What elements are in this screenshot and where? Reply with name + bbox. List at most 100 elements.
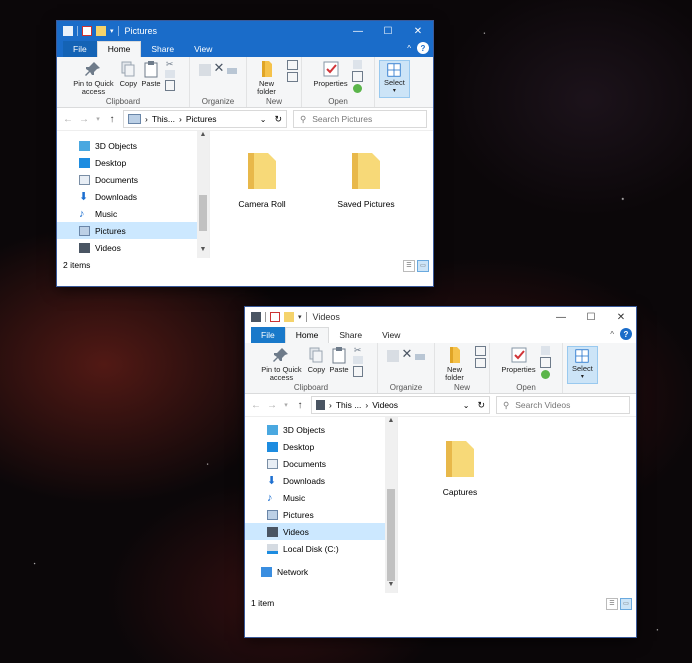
breadcrumb-this-pc[interactable]: This... — [152, 114, 175, 124]
open-icon[interactable] — [540, 346, 550, 355]
tab-view[interactable]: View — [372, 327, 410, 343]
tab-home[interactable]: Home — [96, 41, 142, 57]
pin-to-quick-access-button[interactable]: Pin to Quick access — [71, 60, 115, 96]
title-bar[interactable]: ▾ Pictures — ☐ ✕ — [57, 21, 433, 41]
forward-arrow-icon[interactable]: → — [79, 114, 89, 125]
tab-share[interactable]: Share — [141, 41, 184, 57]
cut-icon[interactable]: ✂ — [354, 346, 362, 355]
nav-item-downloads[interactable]: ⬇ Downloads — [57, 188, 209, 205]
copy-button[interactable]: Copy — [119, 60, 137, 88]
minimize-button[interactable]: — — [343, 21, 373, 41]
scroll-down-icon[interactable]: ▼ — [385, 581, 397, 593]
scroll-up-icon[interactable]: ▲ — [385, 417, 397, 429]
new-folder-qat-icon[interactable] — [284, 312, 294, 322]
details-view-button[interactable]: ☰ — [606, 598, 618, 610]
folder-camera-roll[interactable]: Camera Roll — [222, 149, 302, 209]
scroll-down-icon[interactable]: ▼ — [197, 246, 209, 258]
select-button[interactable]: Select ▾ — [567, 346, 598, 384]
select-button[interactable]: Select ▾ — [379, 60, 410, 98]
new-folder-qat-icon[interactable] — [96, 26, 106, 36]
up-arrow-icon[interactable]: ↑ — [107, 114, 117, 125]
history-icon[interactable] — [540, 370, 550, 379]
nav-item-videos[interactable]: Videos — [245, 523, 397, 540]
nav-item-documents[interactable]: Documents — [57, 171, 209, 188]
tab-file[interactable]: File — [63, 41, 97, 57]
help-icon[interactable]: ? — [620, 328, 632, 340]
nav-item-network[interactable]: Network — [245, 563, 397, 580]
up-arrow-icon[interactable]: ↑ — [295, 400, 305, 411]
search-box[interactable]: ⚲ Search Pictures — [293, 110, 427, 128]
search-box[interactable]: ⚲ Search Videos — [496, 396, 630, 414]
new-item-button[interactable] — [286, 60, 298, 82]
refresh-icon[interactable]: ↻ — [477, 400, 485, 411]
large-icons-view-button[interactable]: ▭ — [620, 598, 632, 610]
nav-item-3d-objects[interactable]: 3D Objects — [245, 421, 397, 438]
ribbon-collapse-icon[interactable]: ^ — [407, 44, 411, 53]
open-small-buttons[interactable] — [351, 60, 363, 93]
rename-button[interactable] — [415, 346, 426, 360]
recent-locations-icon[interactable]: ▾ — [283, 401, 289, 409]
nav-item-3d-objects[interactable]: 3D Objects — [57, 137, 209, 154]
scroll-thumb[interactable] — [387, 489, 395, 581]
window-system-icon[interactable] — [251, 312, 261, 322]
delete-button[interactable]: ✕ — [402, 346, 413, 362]
nav-item-pictures[interactable]: Pictures — [57, 222, 209, 239]
back-arrow-icon[interactable]: ← — [63, 114, 73, 125]
address-dropdown-icon[interactable]: ⌄ — [463, 401, 470, 410]
new-folder-button[interactable]: New folder — [439, 346, 471, 382]
back-arrow-icon[interactable]: ← — [251, 400, 261, 411]
tab-view[interactable]: View — [184, 41, 222, 57]
move-to-button[interactable] — [198, 60, 211, 76]
open-small-buttons[interactable] — [539, 346, 551, 379]
cut-icon[interactable]: ✂ — [166, 60, 174, 69]
move-to-button[interactable] — [386, 346, 399, 362]
help-icon[interactable]: ? — [417, 42, 429, 54]
maximize-button[interactable]: ☐ — [373, 21, 403, 41]
delete-button[interactable]: ✕ — [214, 60, 225, 76]
close-button[interactable]: ✕ — [606, 307, 636, 327]
paste-button[interactable]: Paste — [141, 60, 161, 88]
large-icons-view-button[interactable]: ▭ — [417, 260, 429, 272]
nav-item-desktop[interactable]: Desktop — [57, 154, 209, 171]
breadcrumb-current[interactable]: Videos — [372, 400, 398, 410]
breadcrumb-current[interactable]: Pictures — [186, 114, 217, 124]
paste-shortcut-icon[interactable] — [164, 80, 175, 91]
address-dropdown-icon[interactable]: ⌄ — [260, 115, 267, 124]
nav-item-music[interactable]: ♪ Music — [57, 205, 209, 222]
new-item-button[interactable] — [474, 346, 486, 368]
rename-button[interactable] — [227, 60, 238, 74]
ribbon-collapse-icon[interactable]: ^ — [610, 330, 614, 339]
new-folder-button[interactable]: New folder — [251, 60, 283, 96]
pin-to-quick-access-button[interactable]: Pin to Quick access — [259, 346, 303, 382]
edit-icon[interactable] — [539, 357, 551, 368]
breadcrumb-this-pc[interactable]: This ... — [336, 400, 362, 410]
history-icon[interactable] — [352, 84, 362, 93]
copy-path-icon[interactable] — [164, 70, 175, 78]
edit-icon[interactable] — [351, 71, 363, 82]
window-system-icon[interactable] — [63, 26, 73, 36]
paste-button[interactable]: Paste — [329, 346, 349, 374]
tab-share[interactable]: Share — [329, 327, 372, 343]
open-icon[interactable] — [352, 60, 362, 69]
folder-saved-pictures[interactable]: Saved Pictures — [326, 149, 406, 209]
forward-arrow-icon[interactable]: → — [267, 400, 277, 411]
tab-file[interactable]: File — [251, 327, 285, 343]
details-view-button[interactable]: ☰ — [403, 260, 415, 272]
nav-item-documents[interactable]: Documents — [245, 455, 397, 472]
properties-button[interactable]: Properties — [313, 60, 348, 88]
nav-item-videos[interactable]: Videos — [57, 239, 209, 256]
address-bar[interactable]: › This... › Pictures ⌄ ↻ — [123, 110, 287, 128]
recent-locations-icon[interactable]: ▾ — [95, 115, 101, 123]
nav-item-local-disk[interactable]: Local Disk (C:) — [245, 540, 397, 557]
scroll-up-icon[interactable]: ▲ — [197, 131, 209, 143]
qat-dropdown-icon[interactable]: ▾ — [298, 313, 302, 321]
paste-shortcut-icon[interactable] — [352, 366, 363, 377]
properties-qat-icon[interactable] — [82, 26, 92, 36]
nav-item-pictures[interactable]: Pictures — [245, 506, 397, 523]
nav-scrollbar[interactable]: ▲ ▼ — [385, 417, 397, 593]
qat-dropdown-icon[interactable]: ▾ — [110, 27, 114, 35]
close-button[interactable]: ✕ — [403, 21, 433, 41]
nav-scrollbar[interactable]: ▲ ▼ — [197, 131, 209, 258]
maximize-button[interactable]: ☐ — [576, 307, 606, 327]
title-bar[interactable]: ▾ Videos — ☐ ✕ — [245, 307, 636, 327]
